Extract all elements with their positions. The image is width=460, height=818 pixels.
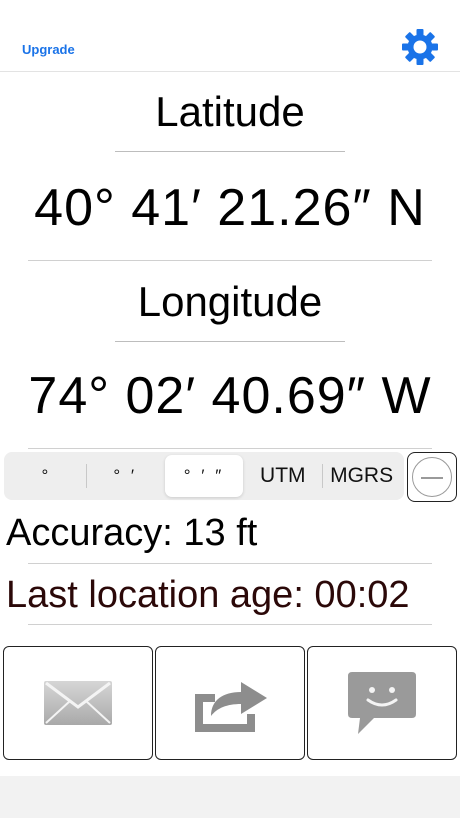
- share-button[interactable]: [155, 646, 305, 760]
- minus-circle-button[interactable]: [407, 452, 457, 502]
- divider: [28, 260, 432, 261]
- accuracy-text: Accuracy: 13 ft: [6, 512, 258, 554]
- format-degrees-option[interactable]: °: [7, 455, 86, 497]
- share-icon: [195, 682, 267, 732]
- divider: [28, 448, 432, 449]
- minus-circle-icon: [412, 457, 452, 497]
- longitude-label-underline: [115, 341, 345, 342]
- message-button[interactable]: [307, 646, 457, 760]
- latitude-value: 40° 41′ 21.26″ N: [34, 179, 426, 237]
- last-location-age-text: Last location age: 00:02: [6, 574, 410, 616]
- email-button[interactable]: [3, 646, 153, 760]
- message-icon: [348, 672, 416, 734]
- format-utm-option[interactable]: UTM: [243, 455, 322, 497]
- format-dms-option[interactable]: ° ′ ″: [164, 455, 244, 497]
- top-bar: Upgrade: [0, 0, 460, 72]
- action-bar: [3, 646, 458, 760]
- format-mgrs-option[interactable]: MGRS: [322, 455, 401, 497]
- longitude-value: 74° 02′ 40.69″ W: [28, 367, 432, 425]
- longitude-label: Longitude: [137, 278, 323, 325]
- latitude-label: Latitude: [155, 88, 305, 135]
- divider: [28, 624, 432, 625]
- gear-icon[interactable]: [400, 27, 440, 67]
- latitude-label-underline: [115, 151, 345, 152]
- bottom-bar: [0, 776, 460, 818]
- format-degrees-minutes-option[interactable]: ° ′: [85, 455, 165, 497]
- upgrade-link[interactable]: Upgrade: [22, 42, 75, 57]
- divider: [28, 563, 432, 564]
- coordinate-format-selector: ° ° ′ ° ′ ″ UTM MGRS: [4, 452, 404, 500]
- mail-icon: [44, 681, 112, 725]
